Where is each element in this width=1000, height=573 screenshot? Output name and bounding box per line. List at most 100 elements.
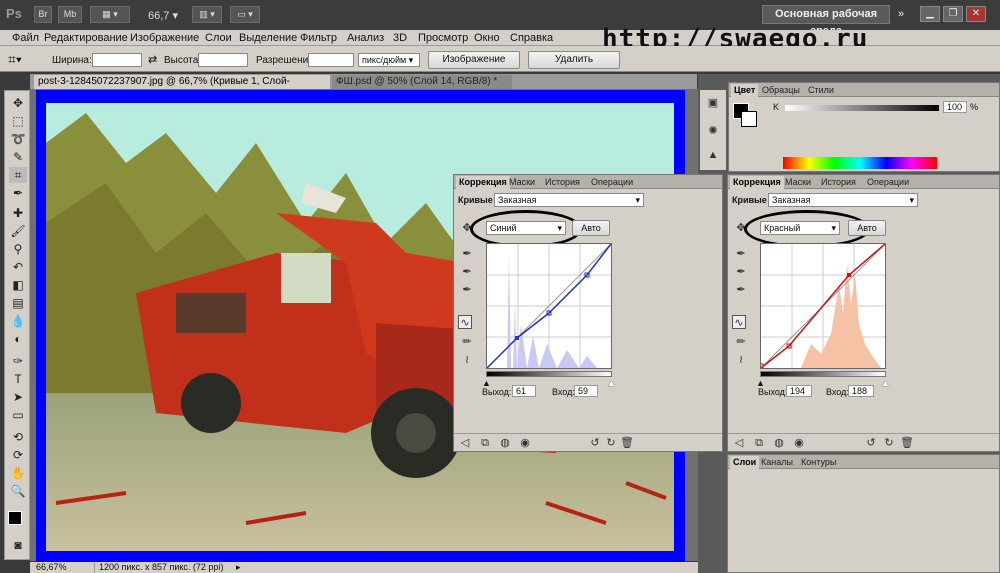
curve-edit-icon[interactable]: ∿ xyxy=(458,315,472,329)
tab-styles[interactable]: Стили xyxy=(805,84,837,97)
smooth-icon[interactable]: ≀ xyxy=(460,353,474,367)
document-tab-active[interactable]: post-3-12845072237907.jpg @ 66,7% (Кривы… xyxy=(34,75,330,101)
input-value[interactable]: 59 xyxy=(574,385,598,397)
pen-tool-icon[interactable]: ✑ xyxy=(9,353,27,369)
tab-history[interactable]: История xyxy=(818,176,859,189)
type-tool-icon[interactable]: T xyxy=(9,371,27,387)
k-value[interactable]: 100 xyxy=(943,101,967,113)
curve-edit-icon[interactable]: ∿ xyxy=(732,315,746,329)
view-previous-icon[interactable]: ↺ xyxy=(588,436,602,450)
width-input[interactable] xyxy=(92,53,142,67)
gradient-tool-icon[interactable]: ▤ xyxy=(9,295,27,311)
move-tool-icon[interactable]: ✥ xyxy=(9,95,27,111)
white-input-slider-icon[interactable]: ▲ xyxy=(607,378,616,388)
brush-tool-icon[interactable]: 🖌 xyxy=(9,223,27,239)
blur-tool-icon[interactable]: 💧 xyxy=(9,313,27,329)
preset-select[interactable]: Заказная xyxy=(494,193,644,207)
white-input-slider-icon[interactable]: ▲ xyxy=(881,378,890,388)
expand-view-icon[interactable]: ⧉ xyxy=(752,436,766,450)
tab-masks[interactable]: Маски xyxy=(506,176,538,189)
arrange-documents-dropdown[interactable]: ▥ ▾ xyxy=(192,6,222,23)
reset-icon[interactable]: ↻ xyxy=(882,436,896,450)
lasso-tool-icon[interactable]: ➰ xyxy=(9,131,27,147)
view-extras-dropdown[interactable]: ▦ ▾ xyxy=(90,6,130,23)
background-color-swatch[interactable] xyxy=(741,111,757,127)
hand-tool-icon[interactable]: ✋ xyxy=(9,465,27,481)
image-panel-icon[interactable]: ▲ xyxy=(706,148,720,162)
dodge-tool-icon[interactable]: ◐ xyxy=(9,331,27,347)
tab-swatches[interactable]: Образцы xyxy=(759,84,803,97)
pencil-draw-icon[interactable]: ✏ xyxy=(460,335,474,349)
menu-help[interactable]: Справка xyxy=(510,32,553,44)
tab-history[interactable]: История xyxy=(542,176,583,189)
auto-button[interactable]: Авто xyxy=(572,220,610,236)
healing-brush-tool-icon[interactable]: ✚ xyxy=(9,205,27,221)
auto-button[interactable]: Авто xyxy=(848,220,886,236)
quick-mask-icon[interactable]: ◙ xyxy=(9,537,27,553)
screen-mode-dropdown[interactable]: ▭ ▾ xyxy=(230,6,260,23)
tab-adjustments[interactable]: Коррекция xyxy=(730,176,784,189)
foreground-color-swatch[interactable] xyxy=(8,511,22,525)
crop-tool-icon[interactable]: ⌗▾ xyxy=(8,51,22,68)
menu-edit[interactable]: Редактирование xyxy=(44,32,128,44)
eraser-tool-icon[interactable]: ◧ xyxy=(9,277,27,293)
3d-panel-icon[interactable]: ✺ xyxy=(706,124,720,138)
menu-image[interactable]: Изображение xyxy=(130,32,199,44)
clone-stamp-tool-icon[interactable]: ⚲ xyxy=(9,241,27,257)
menu-layers[interactable]: Слои xyxy=(205,32,232,44)
visibility-eye-icon[interactable]: ◉ xyxy=(518,436,532,450)
k-slider[interactable] xyxy=(785,105,939,111)
menu-select[interactable]: Выделение xyxy=(239,32,297,44)
white-point-eyedropper-icon[interactable]: ✒ xyxy=(460,283,474,297)
shape-tool-icon[interactable]: ▭ xyxy=(9,407,27,423)
resolution-input[interactable] xyxy=(308,53,354,67)
black-point-eyedropper-icon[interactable]: ✒ xyxy=(734,247,748,261)
close-button[interactable]: ✕ xyxy=(966,6,986,22)
back-icon[interactable]: ◁ xyxy=(458,436,472,450)
clear-button[interactable]: Удалить xyxy=(528,51,620,69)
menu-filter[interactable]: Фильтр xyxy=(300,32,337,44)
restore-button[interactable]: ❐ xyxy=(943,6,963,22)
visibility-eye-icon[interactable]: ◉ xyxy=(792,436,806,450)
height-input[interactable] xyxy=(198,53,248,67)
color-spectrum[interactable] xyxy=(783,157,937,169)
preset-select[interactable]: Заказная xyxy=(768,193,918,207)
minibridge-panel-icon[interactable]: ▣ xyxy=(706,96,720,110)
tab-actions[interactable]: Операции xyxy=(588,176,636,189)
delete-icon[interactable]: 🗑 xyxy=(900,436,914,450)
menu-file[interactable]: Файл xyxy=(12,32,39,44)
front-image-button[interactable]: Изображение xyxy=(428,51,520,69)
back-icon[interactable]: ◁ xyxy=(732,436,746,450)
path-select-tool-icon[interactable]: ➤ xyxy=(9,389,27,405)
tab-color[interactable]: Цвет xyxy=(731,84,759,97)
reset-icon[interactable]: ↻ xyxy=(604,436,618,450)
tab-paths[interactable]: Контуры xyxy=(798,456,839,469)
tab-channels[interactable]: Каналы xyxy=(758,456,796,469)
swap-dimensions-icon[interactable]: ⇄ xyxy=(148,53,157,66)
clip-layer-icon[interactable]: ◍ xyxy=(772,436,786,450)
tab-layers[interactable]: Слои xyxy=(730,456,760,469)
view-previous-icon[interactable]: ↺ xyxy=(864,436,878,450)
3d-orbit-tool-icon[interactable]: ⟳ xyxy=(9,447,27,463)
curves-graph[interactable] xyxy=(758,243,886,369)
pencil-draw-icon[interactable]: ✏ xyxy=(734,335,748,349)
input-value[interactable]: 188 xyxy=(848,385,874,397)
tab-masks[interactable]: Маски xyxy=(782,176,814,189)
gray-point-eyedropper-icon[interactable]: ✒ xyxy=(460,265,474,279)
marquee-tool-icon[interactable]: ⬚ xyxy=(9,113,27,129)
menu-window[interactable]: Окно xyxy=(474,32,500,44)
gray-point-eyedropper-icon[interactable]: ✒ xyxy=(734,265,748,279)
status-arrow-icon[interactable]: ▸ xyxy=(236,562,241,573)
tab-actions[interactable]: Операции xyxy=(864,176,912,189)
menu-view[interactable]: Просмотр xyxy=(418,32,468,44)
zoom-level[interactable]: 66,7 ▾ xyxy=(148,9,178,22)
history-brush-tool-icon[interactable]: ↶ xyxy=(9,259,27,275)
minimize-button[interactable]: ▁ xyxy=(920,6,940,22)
resolution-unit-select[interactable]: пикс/дюйм ▾ xyxy=(358,53,420,67)
quick-select-tool-icon[interactable]: ✎ xyxy=(9,149,27,165)
more-workspaces-icon[interactable]: » xyxy=(898,8,904,20)
menu-analysis[interactable]: Анализ xyxy=(347,32,384,44)
document-tab[interactable]: ФШ.psd @ 50% (Слой 14, RGB/8) * ✕ xyxy=(332,75,512,101)
output-value[interactable]: 194 xyxy=(786,385,812,397)
smooth-icon[interactable]: ≀ xyxy=(734,353,748,367)
